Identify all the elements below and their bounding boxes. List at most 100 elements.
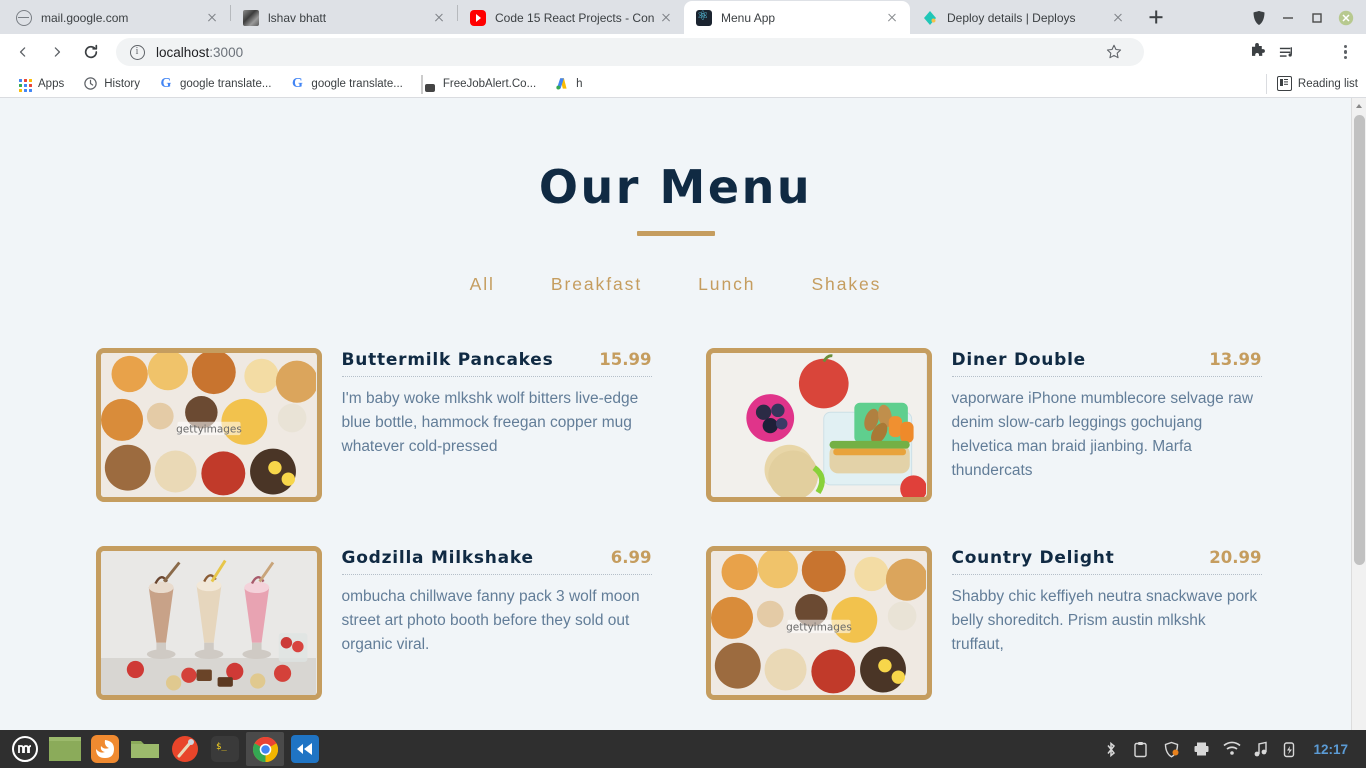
close-icon[interactable] <box>884 10 900 26</box>
bookmark-label: h <box>576 77 583 90</box>
react-icon <box>696 8 712 26</box>
bookmark-h[interactable]: h <box>546 73 590 95</box>
close-button[interactable] <box>1338 10 1354 26</box>
menu-item-description: Shabby chic keffiyeh neutra snackwave po… <box>951 588 1258 654</box>
grammarly-icon[interactable] <box>1214 39 1240 65</box>
files-icon[interactable] <box>126 732 164 766</box>
browser-tab-youtube[interactable]: Code 15 React Projects - Con <box>458 1 684 34</box>
address-bar[interactable]: localhost:3000 <box>116 38 1144 66</box>
filter-button-breakfast[interactable]: Breakfast <box>523 268 670 301</box>
filter-button-shakes[interactable]: Shakes <box>783 268 909 301</box>
bookmark-star-icon[interactable] <box>1100 39 1130 65</box>
maximize-button[interactable] <box>1309 10 1325 26</box>
react-devtools-icon[interactable] <box>1154 39 1180 65</box>
menu-item-name: Godzilla Milkshake <box>341 548 534 568</box>
shield-icon[interactable] <box>1163 741 1180 758</box>
clipboard-icon[interactable] <box>1133 741 1150 758</box>
tab-title: Code 15 React Projects - Con <box>495 10 655 25</box>
page-title: Our Menu <box>538 160 813 214</box>
bluetooth-icon[interactable] <box>1103 741 1120 758</box>
wifi-icon[interactable] <box>1223 741 1242 758</box>
forward-button[interactable] <box>42 37 72 67</box>
close-icon[interactable] <box>658 10 674 26</box>
close-icon[interactable] <box>1110 10 1126 26</box>
address-bar-url: localhost:3000 <box>156 44 244 60</box>
menu-item-price: 15.99 <box>599 350 652 369</box>
filter-button-lunch[interactable]: Lunch <box>670 268 783 301</box>
bookmark-google-translate-2[interactable]: G google translate... <box>281 73 410 95</box>
window-controls <box>1251 10 1366 34</box>
filter-button-all[interactable]: All <box>442 268 523 301</box>
menu-item-name: Diner Double <box>951 350 1086 370</box>
reload-button[interactable] <box>76 37 106 67</box>
menu-item: gettyimages Country Delight 20.99 Shabby… <box>705 546 1262 700</box>
reading-list-button[interactable]: Reading list <box>1265 73 1358 94</box>
redshift-icon[interactable] <box>166 732 204 766</box>
menu-item-price: 6.99 <box>610 548 652 567</box>
menu-item-image <box>705 348 932 502</box>
close-icon[interactable] <box>431 10 447 26</box>
menu-item: gettyimages Buttermilk Pancakes 15.99 I'… <box>95 348 652 502</box>
vertical-scrollbar[interactable] <box>1351 98 1366 730</box>
menu-item-header: Godzilla Milkshake 6.99 <box>341 548 652 575</box>
title-underline <box>636 231 715 236</box>
bookmark-freejobalert[interactable]: FreeJobAlert.Co... <box>413 73 544 95</box>
menu-item-body: Country Delight 20.99 Shabby chic keffiy… <box>951 546 1262 700</box>
firefox-icon[interactable] <box>86 732 124 766</box>
menu-item-price: 20.99 <box>1209 548 1262 567</box>
browser-window: mail.google.com lshav bhatt Code 15 Reac… <box>0 0 1366 730</box>
taskbar-clock[interactable]: 12:17 <box>1313 742 1348 757</box>
bookmark-label: google translate... <box>311 77 403 90</box>
info-icon[interactable] <box>130 44 145 60</box>
menu-item-description: I'm baby woke mlkshk wolf bitters live-e… <box>341 390 639 456</box>
menu-item-header: Buttermilk Pancakes 15.99 <box>341 350 652 377</box>
playlist-icon[interactable] <box>1274 39 1300 65</box>
tab-title: lshav bhatt <box>268 10 327 25</box>
bookmark-label: google translate... <box>180 77 272 90</box>
bookmark-google-translate-1[interactable]: G google translate... <box>150 73 279 95</box>
netlify-icon <box>922 10 938 26</box>
menu-item-header: Diner Double 13.99 <box>951 350 1262 377</box>
scrollbar-thumb[interactable] <box>1354 115 1365 565</box>
battery-charging-icon[interactable] <box>1283 741 1300 758</box>
google-icon: G <box>291 75 303 91</box>
minimize-button[interactable] <box>1280 10 1296 26</box>
music-note-icon[interactable] <box>1253 741 1270 758</box>
chrome-icon[interactable] <box>246 732 284 766</box>
mint-menu-icon[interactable] <box>6 732 44 766</box>
new-tab-button[interactable] <box>1142 3 1170 31</box>
svg-text:gettyimages: gettyimages <box>786 621 852 633</box>
svg-text:gettyimages: gettyimages <box>176 423 242 435</box>
browser-tab-photos[interactable]: lshav bhatt <box>231 1 457 34</box>
browser-tab-netlify[interactable]: Deploy details | Deploys <box>910 1 1136 34</box>
tab-title: mail.google.com <box>41 10 129 25</box>
terminal-icon[interactable]: $_ <box>206 732 244 766</box>
printer-icon[interactable] <box>1193 741 1210 758</box>
bookmark-history[interactable]: History <box>74 73 148 95</box>
taskbar: $_ 12:17 <box>0 730 1366 768</box>
vscode-icon[interactable] <box>286 732 324 766</box>
reading-list-icon <box>1276 76 1292 91</box>
color-wheel-icon[interactable] <box>1184 39 1210 65</box>
shield-icon[interactable] <box>1251 10 1267 26</box>
bookmarks-bar: Apps History G google translate... G goo… <box>0 70 1366 98</box>
menu-item: Diner Double 13.99 vaporware iPhone mumb… <box>705 348 1262 502</box>
menu-app-page: Our Menu All Breakfast Lunch Shakes gett… <box>0 98 1351 730</box>
history-clock-icon <box>82 76 98 92</box>
system-tray: 12:17 <box>1103 741 1360 758</box>
back-button[interactable] <box>8 37 38 67</box>
bookmark-apps[interactable]: Apps <box>8 73 72 95</box>
close-icon[interactable] <box>204 10 220 26</box>
scroll-up-icon[interactable] <box>1352 98 1366 114</box>
menu-item-name: Country Delight <box>951 548 1115 568</box>
browser-tab-menu-app[interactable]: Menu App <box>684 1 910 34</box>
profile-avatar[interactable] <box>1304 39 1330 65</box>
google-icon: G <box>160 75 172 91</box>
page-viewport: Our Menu All Breakfast Lunch Shakes gett… <box>0 98 1366 730</box>
extensions-puzzle-icon[interactable] <box>1244 39 1270 65</box>
chrome-menu-icon[interactable] <box>1332 39 1358 65</box>
tab-strip: mail.google.com lshav bhatt Code 15 Reac… <box>0 0 1366 34</box>
window-icon[interactable] <box>46 732 84 766</box>
browser-tab-mail[interactable]: mail.google.com <box>4 1 230 34</box>
reading-list-label: Reading list <box>1297 77 1358 90</box>
